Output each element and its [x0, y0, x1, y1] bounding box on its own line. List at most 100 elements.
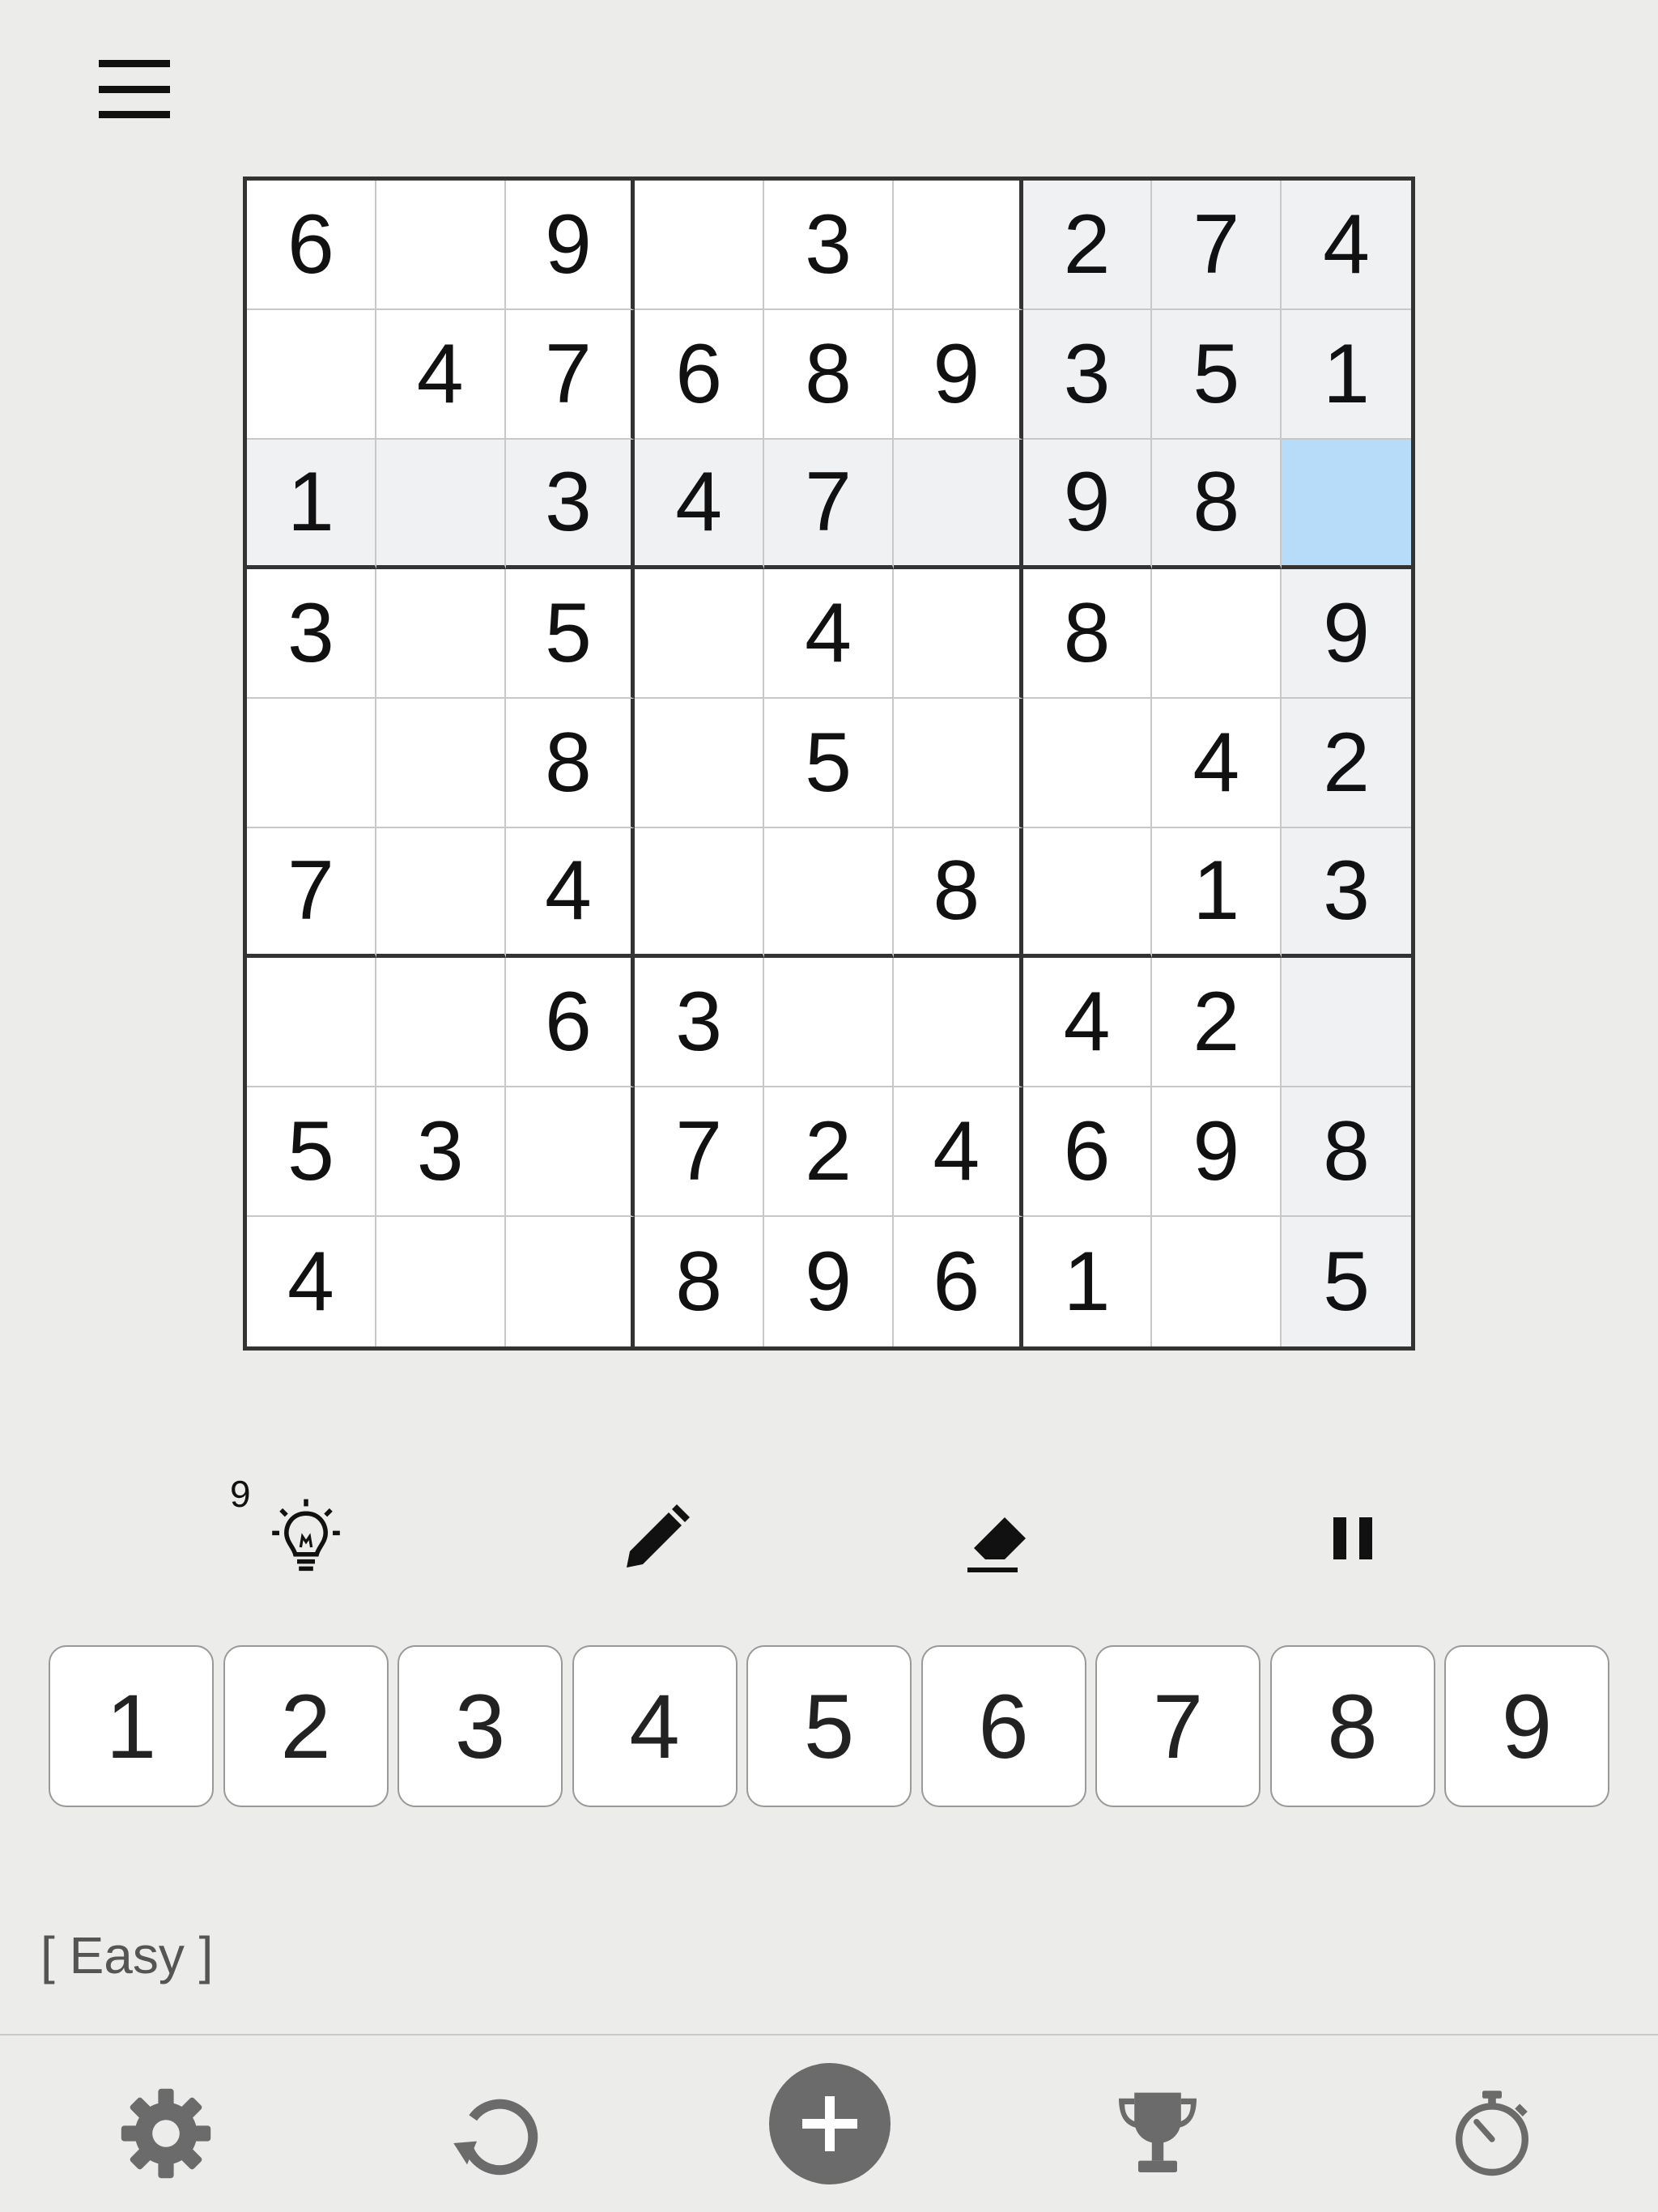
lightbulb-icon[interactable]: [253, 1486, 359, 1591]
board-cell-r1c9[interactable]: 4: [1282, 181, 1411, 310]
new-game-button[interactable]: [769, 2063, 891, 2184]
board-cell-r7c9[interactable]: [1282, 958, 1411, 1087]
board-cell-r9c8[interactable]: [1152, 1217, 1282, 1346]
trophy-icon[interactable]: [1097, 2073, 1218, 2194]
board-cell-r8c8[interactable]: 9: [1152, 1087, 1282, 1217]
board-cell-r5c6[interactable]: [893, 699, 1023, 828]
board-cell-r7c4[interactable]: 3: [635, 958, 765, 1087]
number-button-9[interactable]: 9: [1444, 1645, 1609, 1807]
board-cell-r5c4[interactable]: [635, 699, 765, 828]
board-cell-r9c3[interactable]: [505, 1217, 636, 1346]
board-cell-r6c7[interactable]: [1022, 828, 1153, 958]
board-cell-r9c7[interactable]: 1: [1022, 1217, 1153, 1346]
board-cell-r4c7[interactable]: 8: [1022, 569, 1153, 699]
board-cell-r2c9[interactable]: 1: [1282, 310, 1411, 440]
board-cell-r3c5[interactable]: 7: [764, 440, 894, 569]
board-cell-r2c8[interactable]: 5: [1152, 310, 1282, 440]
board-cell-r6c2[interactable]: [376, 828, 506, 958]
board-cell-r7c2[interactable]: [376, 958, 506, 1087]
board-cell-r6c9[interactable]: 3: [1282, 828, 1411, 958]
number-button-6[interactable]: 6: [920, 1645, 1086, 1807]
board-cell-r8c6[interactable]: 4: [893, 1087, 1023, 1217]
board-cell-r2c5[interactable]: 8: [764, 310, 894, 440]
board-cell-r8c9[interactable]: 8: [1282, 1087, 1411, 1217]
board-cell-r4c2[interactable]: [376, 569, 506, 699]
board-cell-r6c6[interactable]: 8: [893, 828, 1023, 958]
board-cell-r4c5[interactable]: 4: [764, 569, 894, 699]
board-cell-r8c5[interactable]: 2: [764, 1087, 894, 1217]
board-cell-r9c1[interactable]: 4: [247, 1217, 376, 1346]
number-button-5[interactable]: 5: [746, 1645, 912, 1807]
number-button-7[interactable]: 7: [1095, 1645, 1261, 1807]
board-cell-r7c1[interactable]: [247, 958, 376, 1087]
board-cell-r2c4[interactable]: 6: [635, 310, 765, 440]
pencil-icon[interactable]: [603, 1486, 708, 1591]
board-cell-r1c3[interactable]: 9: [505, 181, 636, 310]
board-cell-r4c3[interactable]: 5: [505, 569, 636, 699]
board-cell-r4c8[interactable]: [1152, 569, 1282, 699]
board-cell-r3c2[interactable]: [376, 440, 506, 569]
board-cell-r1c7[interactable]: 2: [1022, 181, 1153, 310]
board-cell-r2c3[interactable]: 7: [505, 310, 636, 440]
board-cell-r1c1[interactable]: 6: [247, 181, 376, 310]
board-cell-r6c1[interactable]: 7: [247, 828, 376, 958]
board-cell-r9c2[interactable]: [376, 1217, 506, 1346]
board-cell-r7c6[interactable]: [893, 958, 1023, 1087]
number-button-8[interactable]: 8: [1269, 1645, 1435, 1807]
board-cell-r3c1[interactable]: 1: [247, 440, 376, 569]
board-cell-r3c6[interactable]: [893, 440, 1023, 569]
board-cell-r8c2[interactable]: 3: [376, 1087, 506, 1217]
board-cell-r6c8[interactable]: 1: [1152, 828, 1282, 958]
board-cell-r6c3[interactable]: 4: [505, 828, 636, 958]
hamburger-menu-icon[interactable]: [97, 57, 172, 121]
board-cell-r1c4[interactable]: [635, 181, 765, 310]
board-cell-r3c7[interactable]: 9: [1022, 440, 1153, 569]
board-cell-r4c9[interactable]: 9: [1282, 569, 1411, 699]
board-cell-r8c7[interactable]: 6: [1022, 1087, 1153, 1217]
board-cell-r5c1[interactable]: [247, 699, 376, 828]
board-cell-r9c5[interactable]: 9: [764, 1217, 894, 1346]
board-cell-r9c6[interactable]: 6: [893, 1217, 1023, 1346]
board-cell-r3c9[interactable]: [1282, 440, 1411, 569]
board-cell-r8c3[interactable]: [505, 1087, 636, 1217]
board-cell-r8c1[interactable]: 5: [247, 1087, 376, 1217]
board-cell-r5c2[interactable]: [376, 699, 506, 828]
board-cell-r1c8[interactable]: 7: [1152, 181, 1282, 310]
board-cell-r9c4[interactable]: 8: [635, 1217, 765, 1346]
board-cell-r5c3[interactable]: 8: [505, 699, 636, 828]
board-cell-r4c6[interactable]: [893, 569, 1023, 699]
number-button-2[interactable]: 2: [223, 1645, 389, 1807]
board-cell-r8c4[interactable]: 7: [635, 1087, 765, 1217]
stopwatch-icon[interactable]: [1431, 2073, 1553, 2194]
gear-icon[interactable]: [105, 2073, 227, 2194]
board-cell-r6c5[interactable]: [764, 828, 894, 958]
board-cell-r4c1[interactable]: 3: [247, 569, 376, 699]
board-cell-r7c3[interactable]: 6: [505, 958, 636, 1087]
board-cell-r7c5[interactable]: [764, 958, 894, 1087]
number-button-3[interactable]: 3: [397, 1645, 563, 1807]
board-cell-r2c6[interactable]: 9: [893, 310, 1023, 440]
board-cell-r6c4[interactable]: [635, 828, 765, 958]
pause-icon[interactable]: [1300, 1486, 1405, 1591]
board-cell-r2c7[interactable]: 3: [1022, 310, 1153, 440]
board-cell-r7c8[interactable]: 2: [1152, 958, 1282, 1087]
board-cell-r5c8[interactable]: 4: [1152, 699, 1282, 828]
number-button-4[interactable]: 4: [572, 1645, 738, 1807]
board-cell-r1c5[interactable]: 3: [764, 181, 894, 310]
board-cell-r5c9[interactable]: 2: [1282, 699, 1411, 828]
eraser-icon[interactable]: [946, 1486, 1051, 1591]
board-cell-r3c3[interactable]: 3: [505, 440, 636, 569]
board-cell-r1c6[interactable]: [893, 181, 1023, 310]
board-cell-r1c2[interactable]: [376, 181, 506, 310]
board-cell-r9c9[interactable]: 5: [1282, 1217, 1411, 1346]
restart-icon[interactable]: [436, 2073, 557, 2194]
board-cell-r3c4[interactable]: 4: [635, 440, 765, 569]
board-cell-r5c5[interactable]: 5: [764, 699, 894, 828]
board-cell-r5c7[interactable]: [1022, 699, 1153, 828]
board-cell-r7c7[interactable]: 4: [1022, 958, 1153, 1087]
board-cell-r2c1[interactable]: [247, 310, 376, 440]
board-cell-r2c2[interactable]: 4: [376, 310, 506, 440]
board-cell-r4c4[interactable]: [635, 569, 765, 699]
board-cell-r3c8[interactable]: 8: [1152, 440, 1282, 569]
number-button-1[interactable]: 1: [49, 1645, 214, 1807]
